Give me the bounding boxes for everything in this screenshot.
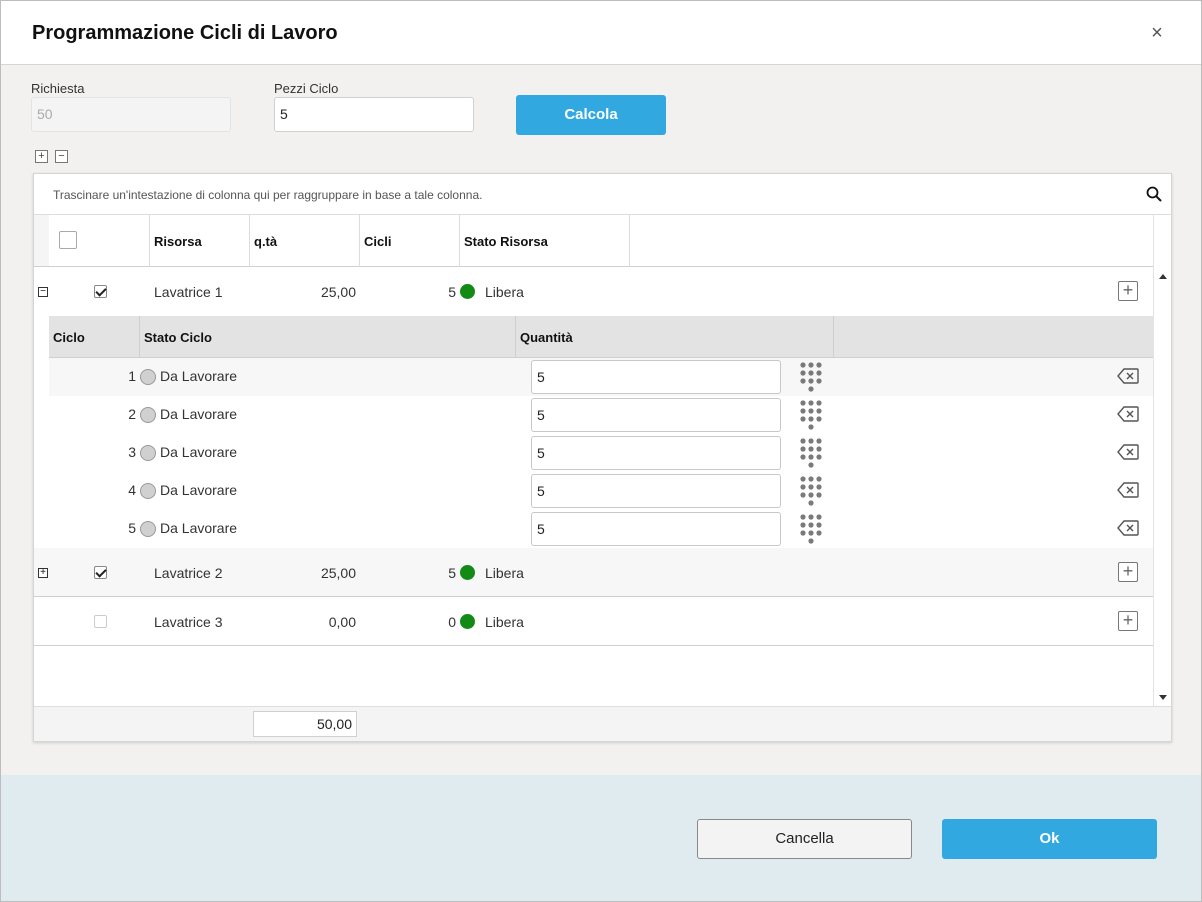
backspace-icon[interactable] [1117,520,1139,536]
close-icon[interactable]: × [1151,22,1163,44]
collapse-row-icon[interactable]: − [38,287,48,297]
row-checkbox[interactable] [94,285,107,298]
quantity-input[interactable]: 5 [531,398,781,432]
detail-row: 5 Da Lavorare 5 [49,510,1153,548]
cell-qta: 25,00 [320,565,356,581]
status-pending-icon [140,483,156,499]
add-cycle-button[interactable]: + [1118,281,1138,301]
row-checkbox[interactable] [94,615,107,628]
expand-row-icon[interactable]: + [38,568,48,578]
group-panel[interactable]: Trascinare un'intestazione di colonna qu… [34,174,1171,215]
detail-row: 1 Da Lavorare 5 [49,358,1153,396]
vertical-scrollbar[interactable] [1153,215,1171,706]
dialog: Programmazione Cicli di Lavoro × Richies… [0,0,1202,902]
detail-row: 2 Da Lavorare 5 [49,396,1153,434]
backspace-icon[interactable] [1117,368,1139,384]
backspace-icon[interactable] [1117,482,1139,498]
cell-cicli: 0 [448,614,456,630]
keypad-icon[interactable] [799,361,823,393]
select-all-checkbox[interactable] [59,231,77,249]
pezzi-ciclo-field[interactable]: 5 [274,97,474,132]
title-bar: Programmazione Cicli di Lavoro × [1,1,1201,65]
table-row[interactable]: − Lavatrice 1 25,00 5 Libera + [34,267,1153,316]
keypad-icon[interactable] [799,399,823,431]
add-cycle-button[interactable]: + [1118,562,1138,582]
cell-ciclo: 5 [128,520,136,536]
cell-stato: Libera [485,284,524,300]
detail-row: 4 Da Lavorare 5 [49,472,1153,510]
cell-risorsa: Lavatrice 2 [154,565,223,581]
cell-ciclo: 1 [128,368,136,384]
detail-header: Ciclo Stato Ciclo Quantità [49,316,1153,358]
calcola-button[interactable]: Calcola [516,95,666,135]
quantity-input[interactable]: 5 [531,512,781,546]
quantity-input[interactable]: 5 [531,436,781,470]
status-pending-icon [140,445,156,461]
expand-all-icon[interactable]: + [35,150,48,163]
status-free-icon [460,565,475,580]
dialog-title: Programmazione Cicli di Lavoro [32,22,338,44]
status-pending-icon [140,407,156,423]
table-row[interactable]: Lavatrice 3 0,00 0 Libera + [34,597,1153,646]
cell-cicli: 5 [448,284,456,300]
quantity-input[interactable]: 5 [531,360,781,394]
backspace-icon[interactable] [1117,444,1139,460]
keypad-icon[interactable] [799,475,823,507]
cell-ciclo: 2 [128,406,136,422]
cell-stato-ciclo: Da Lavorare [160,368,238,384]
scroll-down-icon[interactable] [1159,695,1167,700]
ok-button[interactable]: Ok [942,819,1157,859]
richiesta-label: Richiesta [31,81,85,96]
cell-qta: 0,00 [328,614,356,630]
cell-ciclo: 3 [128,444,136,460]
detail-header-quantita[interactable]: Quantità [516,316,834,358]
status-free-icon [460,284,475,299]
cell-stato: Libera [485,614,524,630]
cell-stato: Libera [485,565,524,581]
header-cicli[interactable]: Cicli [360,215,460,267]
total-qta: 50,00 [253,711,357,737]
status-pending-icon [140,369,156,385]
detail-header-stato-ciclo[interactable]: Stato Ciclo [140,316,516,358]
status-pending-icon [140,521,156,537]
resources-grid: Trascinare un'intestazione di colonna qu… [33,173,1172,742]
keypad-icon[interactable] [799,513,823,545]
header-qta[interactable]: q.tà [250,215,360,267]
header-indent [34,215,49,267]
detail-row: 3 Da Lavorare 5 [49,434,1153,472]
status-free-icon [460,614,475,629]
button-bar: Cancella Ok [1,775,1201,901]
backspace-icon[interactable] [1117,406,1139,422]
keypad-icon[interactable] [799,437,823,469]
close-button[interactable]: × [1144,20,1170,46]
collapse-all-icon[interactable]: − [55,150,68,163]
grid-header: Risorsa q.tà Cicli Stato Risorsa [49,215,1153,267]
cell-stato-ciclo: Da Lavorare [160,406,238,422]
cell-risorsa: Lavatrice 1 [154,284,223,300]
detail-header-ciclo[interactable]: Ciclo [49,316,140,358]
cell-stato-ciclo: Da Lavorare [160,520,238,536]
cell-cicli: 5 [448,565,456,581]
search-icon[interactable] [1146,186,1162,202]
add-cycle-button[interactable]: + [1118,611,1138,631]
table-row[interactable]: + Lavatrice 2 25,00 5 Libera + [34,548,1153,597]
pezzi-ciclo-label: Pezzi Ciclo [274,81,339,96]
row-checkbox[interactable] [94,566,107,579]
cell-stato-ciclo: Da Lavorare [160,482,238,498]
grid-footer: 50,00 [34,706,1171,741]
cell-qta: 25,00 [320,284,356,300]
cell-ciclo: 4 [128,482,136,498]
header-risorsa[interactable]: Risorsa [150,215,250,267]
cancel-button[interactable]: Cancella [697,819,912,859]
header-stato-risorsa[interactable]: Stato Risorsa [460,215,630,267]
group-panel-text: Trascinare un'intestazione di colonna qu… [53,188,483,202]
header-select-cell [49,215,150,267]
scroll-up-icon[interactable] [1159,274,1167,279]
quantity-input[interactable]: 5 [531,474,781,508]
cell-stato-ciclo: Da Lavorare [160,444,238,460]
cell-risorsa: Lavatrice 3 [154,614,223,630]
richiesta-field: 50 [31,97,231,132]
